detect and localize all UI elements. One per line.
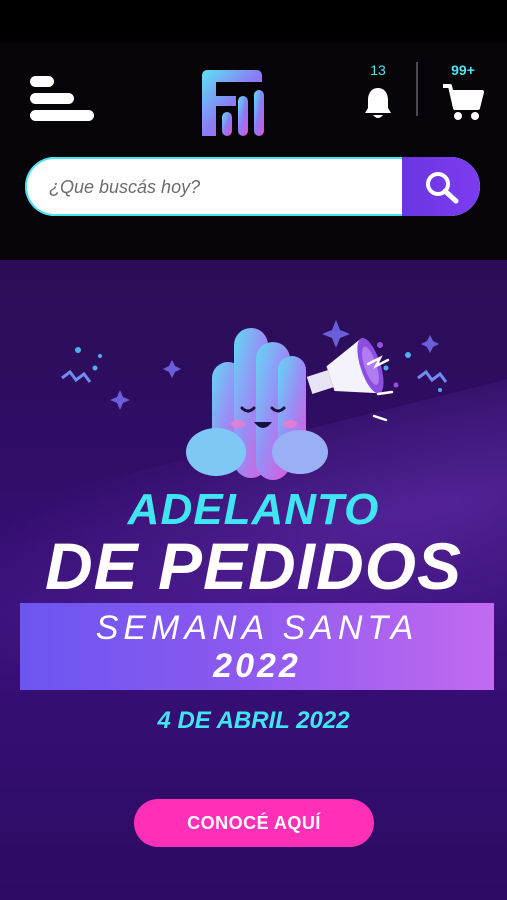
cart-button[interactable]: 99+ [438, 62, 488, 122]
header-divider [416, 62, 418, 116]
banner-date: 4 DE ABRIL 2022 [157, 707, 350, 734]
banner-subtitle-box: SEMANA SANTA 2022 [20, 603, 494, 690]
menu-button[interactable] [30, 76, 96, 124]
cart-count: 99+ [451, 62, 475, 78]
brand-logo[interactable] [196, 66, 270, 138]
mascot-megaphone-illustration [186, 328, 394, 480]
search-input[interactable] [47, 157, 411, 216]
search-icon [426, 172, 459, 204]
promo-banner[interactable]: ADELANTO DE PEDIDOS SEMANA SANTA 2022 4 … [0, 260, 507, 900]
cart-icon [443, 84, 484, 120]
banner-title-main: DE PEDIDOS [44, 529, 463, 603]
search-bar [25, 157, 480, 216]
search-button[interactable] [402, 157, 480, 216]
banner-subtitle-line2: 2022 [213, 647, 301, 685]
status-bar [0, 0, 507, 42]
bell-icon [365, 88, 391, 118]
cta-button[interactable]: CONOCÉ AQUÍ [134, 799, 374, 847]
notifications-button[interactable]: 13 [358, 62, 398, 122]
notification-count: 13 [370, 62, 386, 78]
banner-subtitle-line1: SEMANA SANTA [95, 609, 419, 647]
